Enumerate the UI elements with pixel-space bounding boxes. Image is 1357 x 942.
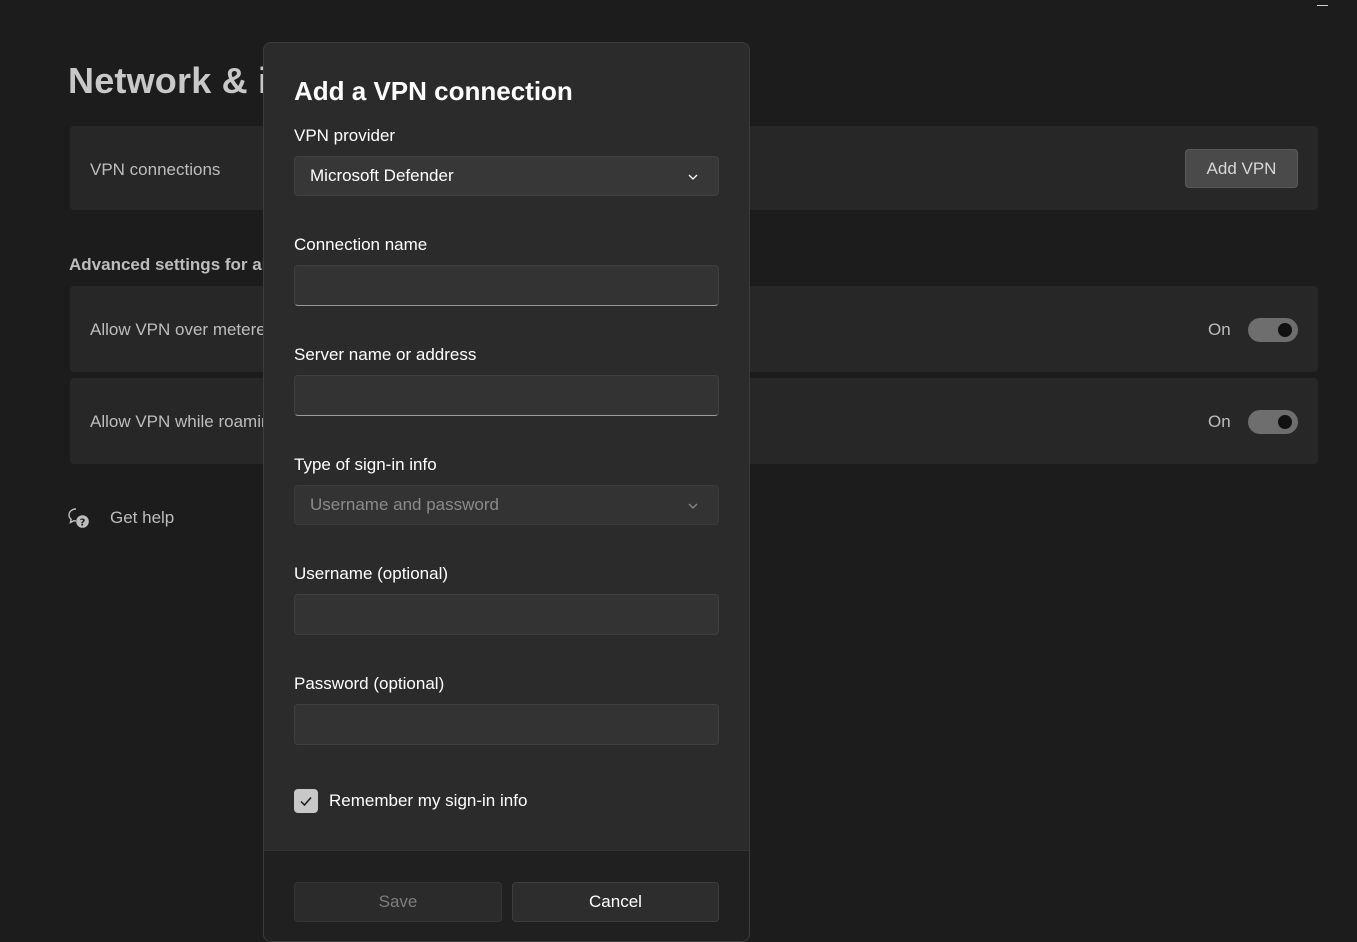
metered-toggle-state: On <box>1208 320 1231 339</box>
vpn-provider-value: Microsoft Defender <box>310 166 454 185</box>
vpn-provider-label: VPN provider <box>294 126 396 145</box>
get-help-link[interactable]: ? Get help <box>68 507 174 529</box>
server-address-input[interactable] <box>294 375 719 416</box>
roaming-toggle-state: On <box>1208 412 1231 431</box>
remember-signin-label: Remember my sign-in info <box>329 791 528 810</box>
server-address-label: Server name or address <box>294 345 477 364</box>
svg-text:?: ? <box>80 518 86 529</box>
help-chat-icon: ? <box>68 508 89 529</box>
vpn-connections-label: VPN connections <box>90 160 221 179</box>
get-help-label: Get help <box>110 508 175 527</box>
save-button[interactable]: Save <box>294 882 502 922</box>
chevron-down-icon <box>688 174 698 180</box>
dialog-title: Add a VPN connection <box>294 76 573 106</box>
add-vpn-button[interactable]: Add VPN <box>1185 149 1298 188</box>
remember-signin-row[interactable]: Remember my sign-in info <box>294 789 527 813</box>
signin-type-select[interactable]: Username and password <box>294 485 719 525</box>
dialog-footer: Save Cancel <box>264 850 749 941</box>
chevron-down-icon <box>688 503 698 509</box>
username-input[interactable] <box>294 594 719 635</box>
toggle-knob <box>1278 323 1292 337</box>
roaming-toggle[interactable] <box>1248 410 1298 434</box>
roaming-setting-label: Allow VPN while roaming <box>90 412 280 431</box>
add-vpn-dialog: Add a VPN connection VPN provider Micros… <box>263 42 750 942</box>
connection-name-label: Connection name <box>294 235 428 254</box>
toggle-knob <box>1278 415 1292 429</box>
remember-signin-checkbox[interactable] <box>294 789 318 813</box>
vpn-provider-select[interactable]: Microsoft Defender <box>294 156 719 196</box>
signin-type-label: Type of sign-in info <box>294 455 437 474</box>
minimize-icon[interactable] <box>1317 5 1328 6</box>
signin-type-value: Username and password <box>310 495 499 514</box>
password-label: Password (optional) <box>294 674 445 693</box>
checkmark-icon <box>300 797 312 807</box>
connection-name-input[interactable] <box>294 265 719 306</box>
metered-toggle[interactable] <box>1248 318 1298 342</box>
cancel-button[interactable]: Cancel <box>512 882 719 922</box>
password-input[interactable] <box>294 704 719 745</box>
username-label: Username (optional) <box>294 564 449 583</box>
